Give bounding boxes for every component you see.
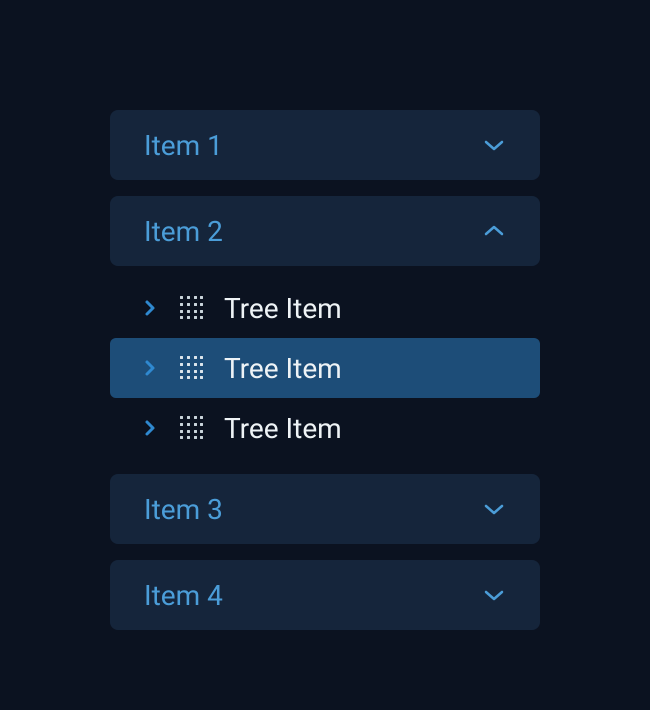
chevron-down-icon (482, 497, 506, 521)
accordion-header-2[interactable]: Item 2 (110, 196, 540, 266)
accordion-item-4: Item 4 (110, 560, 540, 630)
drag-handle-icon[interactable] (180, 416, 204, 440)
accordion-title: Item 3 (144, 493, 223, 526)
chevron-down-icon (482, 133, 506, 157)
tree-item-label: Tree Item (224, 292, 342, 325)
chevron-right-icon (140, 358, 160, 378)
tree-item-label: Tree Item (224, 412, 342, 445)
accordion-item-3: Item 3 (110, 474, 540, 544)
chevron-right-icon (140, 418, 160, 438)
chevron-down-icon (482, 583, 506, 607)
accordion-item-1: Item 1 (110, 110, 540, 180)
accordion-title: Item 4 (144, 579, 223, 612)
accordion-header-1[interactable]: Item 1 (110, 110, 540, 180)
tree-item-label: Tree Item (224, 352, 342, 385)
accordion: Item 1 Item 2 (110, 110, 540, 710)
accordion-title: Item 1 (144, 129, 223, 162)
tree-item[interactable]: Tree Item (110, 338, 540, 398)
accordion-item-2: Item 2 Tree Item (110, 196, 540, 458)
tree: Tree Item Tree Item (110, 278, 540, 458)
tree-item[interactable]: Tree Item (110, 398, 540, 458)
accordion-header-4[interactable]: Item 4 (110, 560, 540, 630)
tree-item[interactable]: Tree Item (110, 278, 540, 338)
accordion-header-3[interactable]: Item 3 (110, 474, 540, 544)
accordion-title: Item 2 (144, 215, 223, 248)
drag-handle-icon[interactable] (180, 356, 204, 380)
chevron-right-icon (140, 298, 160, 318)
chevron-up-icon (482, 219, 506, 243)
drag-handle-icon[interactable] (180, 296, 204, 320)
